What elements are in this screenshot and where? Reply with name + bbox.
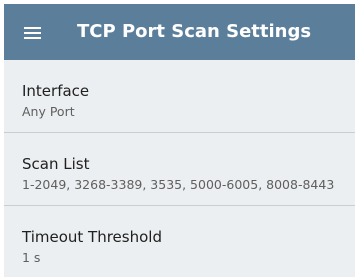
setting-scan-list[interactable]: Scan List 1-2049, 3268-3389, 3535, 5000-…	[4, 133, 355, 206]
setting-interface[interactable]: Interface Any Port	[4, 60, 355, 133]
setting-value: 1 s	[22, 250, 41, 265]
setting-title: Timeout Threshold	[22, 228, 162, 246]
app-bar: TCP Port Scan Settings	[4, 4, 355, 60]
page-title: TCP Port Scan Settings	[77, 21, 312, 42]
menu-icon-bar	[24, 37, 41, 39]
menu-icon-bar	[24, 27, 41, 29]
setting-title: Scan List	[22, 155, 90, 173]
setting-value: Any Port	[22, 104, 75, 119]
settings-screen: TCP Port Scan Settings Interface Any Por…	[4, 4, 355, 277]
setting-timeout-threshold[interactable]: Timeout Threshold 1 s	[4, 206, 355, 277]
settings-list: Interface Any Port Scan List 1-2049, 326…	[4, 60, 355, 277]
menu-icon-bar	[24, 32, 41, 34]
setting-title: Interface	[22, 82, 90, 100]
setting-value: 1-2049, 3268-3389, 3535, 5000-6005, 8008…	[22, 177, 335, 192]
menu-icon[interactable]	[21, 22, 47, 44]
